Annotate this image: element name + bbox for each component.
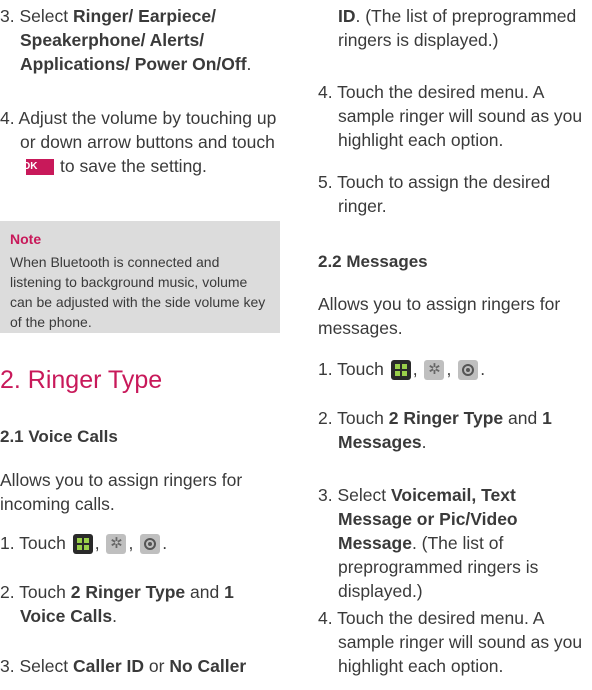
voice-step-2: 2. Touch 2 Ringer Type and 1 Voice Calls… xyxy=(0,582,234,626)
voice-calls-heading: 2.1 Voice Calls xyxy=(0,427,118,446)
note-body: When Bluetooth is connected and listenin… xyxy=(10,254,266,330)
messages-step-2: 2. Touch 2 Ringer Type and 1 Messages. xyxy=(318,408,552,452)
messages-step-4: 4. Touch the desired menu. A sample ring… xyxy=(318,608,583,676)
left-step-4: 4. Adjust the volume by touching up or d… xyxy=(0,108,277,176)
messages-step-3: 3. Select Voicemail, Text Message or Pic… xyxy=(318,485,539,601)
right-continuation: ID. (The list of preprogrammed ringers i… xyxy=(338,6,577,50)
sound-disc-icon xyxy=(140,534,161,555)
voice-step-1: 1. Touch , , . xyxy=(0,531,280,555)
section-title: 2. Ringer Type xyxy=(0,366,163,394)
settings-gear-icon xyxy=(424,360,445,381)
menu-icon xyxy=(72,534,93,555)
note-title: Note xyxy=(10,231,42,247)
menu-icon xyxy=(390,360,411,381)
right-step-5: 5. Touch to assign the desired ringer. xyxy=(318,172,551,216)
settings-gear-icon xyxy=(106,534,127,555)
note-box: Note When Bluetooth is connected and lis… xyxy=(0,221,280,333)
ok-button-icon: OK xyxy=(23,159,54,176)
messages-heading: 2.2 Messages xyxy=(318,252,428,271)
voice-calls-intro: Allows you to assign ringers for incomin… xyxy=(0,470,243,514)
messages-step-1: 1. Touch , , . xyxy=(318,357,592,381)
messages-intro: Allows you to assign ringers for message… xyxy=(318,294,561,338)
voice-step-3: 3. Select Caller ID or No Caller xyxy=(0,656,247,676)
left-step-3: 3. Select Ringer/ Earpiece/ Speakerphone… xyxy=(0,6,252,74)
right-step-4: 4. Touch the desired menu. A sample ring… xyxy=(318,82,583,150)
sound-disc-icon xyxy=(458,360,479,381)
